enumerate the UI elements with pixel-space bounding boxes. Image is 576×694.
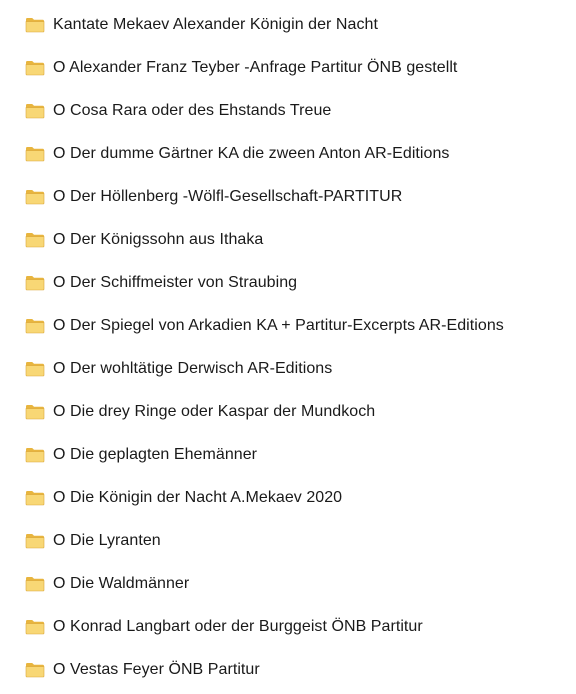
- folder-icon: [25, 447, 45, 463]
- folder-name: O Konrad Langbart oder der Burggeist ÖNB…: [53, 617, 423, 635]
- folder-icon: [25, 275, 45, 291]
- folder-icon: [25, 318, 45, 334]
- folder-icon: [25, 146, 45, 162]
- folder-icon: [25, 189, 45, 205]
- folder-item[interactable]: O Die Königin der Nacht A.Mekaev 2020: [0, 476, 576, 519]
- folder-name: O Der Spiegel von Arkadien KA + Partitur…: [53, 316, 504, 334]
- folder-icon: [25, 490, 45, 506]
- folder-name: O Der wohltätige Derwisch AR-Editions: [53, 359, 333, 377]
- folder-name: O Der dumme Gärtner KA die zween Anton A…: [53, 144, 450, 162]
- folder-item[interactable]: O Der Königssohn aus Ithaka: [0, 218, 576, 261]
- folder-item[interactable]: O Die geplagten Ehemänner: [0, 433, 576, 476]
- folder-item[interactable]: O Der wohltätige Derwisch AR-Editions: [0, 347, 576, 390]
- folder-name: O Die Lyranten: [53, 531, 161, 549]
- folder-list: Kantate Mekaev Alexander Königin der Nac…: [0, 0, 576, 691]
- folder-name: O Die drey Ringe oder Kaspar der Mundkoc…: [53, 402, 376, 420]
- folder-name: O Die Königin der Nacht A.Mekaev 2020: [53, 488, 343, 506]
- folder-name: Kantate Mekaev Alexander Königin der Nac…: [53, 15, 378, 33]
- folder-item[interactable]: O Die drey Ringe oder Kaspar der Mundkoc…: [0, 390, 576, 433]
- folder-name: O Der Schiffmeister von Straubing: [53, 273, 298, 291]
- folder-item[interactable]: O Die Waldmänner: [0, 562, 576, 605]
- folder-item[interactable]: O Der Schiffmeister von Straubing: [0, 261, 576, 304]
- folder-item[interactable]: O Der Höllenberg -Wölfl-Gesellschaft-PAR…: [0, 175, 576, 218]
- folder-name: O Der Höllenberg -Wölfl-Gesellschaft-PAR…: [53, 187, 403, 205]
- folder-icon: [25, 619, 45, 635]
- folder-item[interactable]: O Vestas Feyer ÖNB Partitur: [0, 648, 576, 691]
- folder-name: O Alexander Franz Teyber -Anfrage Partit…: [53, 58, 458, 76]
- folder-name: O Die geplagten Ehemänner: [53, 445, 258, 463]
- folder-icon: [25, 662, 45, 678]
- folder-icon: [25, 103, 45, 119]
- folder-icon: [25, 60, 45, 76]
- folder-name: O Der Königssohn aus Ithaka: [53, 230, 264, 248]
- folder-icon: [25, 533, 45, 549]
- folder-item[interactable]: O Die Lyranten: [0, 519, 576, 562]
- folder-item[interactable]: O Alexander Franz Teyber -Anfrage Partit…: [0, 46, 576, 89]
- folder-item[interactable]: O Der dumme Gärtner KA die zween Anton A…: [0, 132, 576, 175]
- folder-name: O Cosa Rara oder des Ehstands Treue: [53, 101, 332, 119]
- folder-name: O Vestas Feyer ÖNB Partitur: [53, 660, 260, 678]
- folder-item[interactable]: O Cosa Rara oder des Ehstands Treue: [0, 89, 576, 132]
- folder-item[interactable]: O Konrad Langbart oder der Burggeist ÖNB…: [0, 605, 576, 648]
- folder-icon: [25, 17, 45, 33]
- folder-icon: [25, 404, 45, 420]
- folder-icon: [25, 232, 45, 248]
- folder-item[interactable]: Kantate Mekaev Alexander Königin der Nac…: [0, 3, 576, 46]
- folder-name: O Die Waldmänner: [53, 574, 190, 592]
- folder-icon: [25, 576, 45, 592]
- folder-icon: [25, 361, 45, 377]
- folder-item[interactable]: O Der Spiegel von Arkadien KA + Partitur…: [0, 304, 576, 347]
